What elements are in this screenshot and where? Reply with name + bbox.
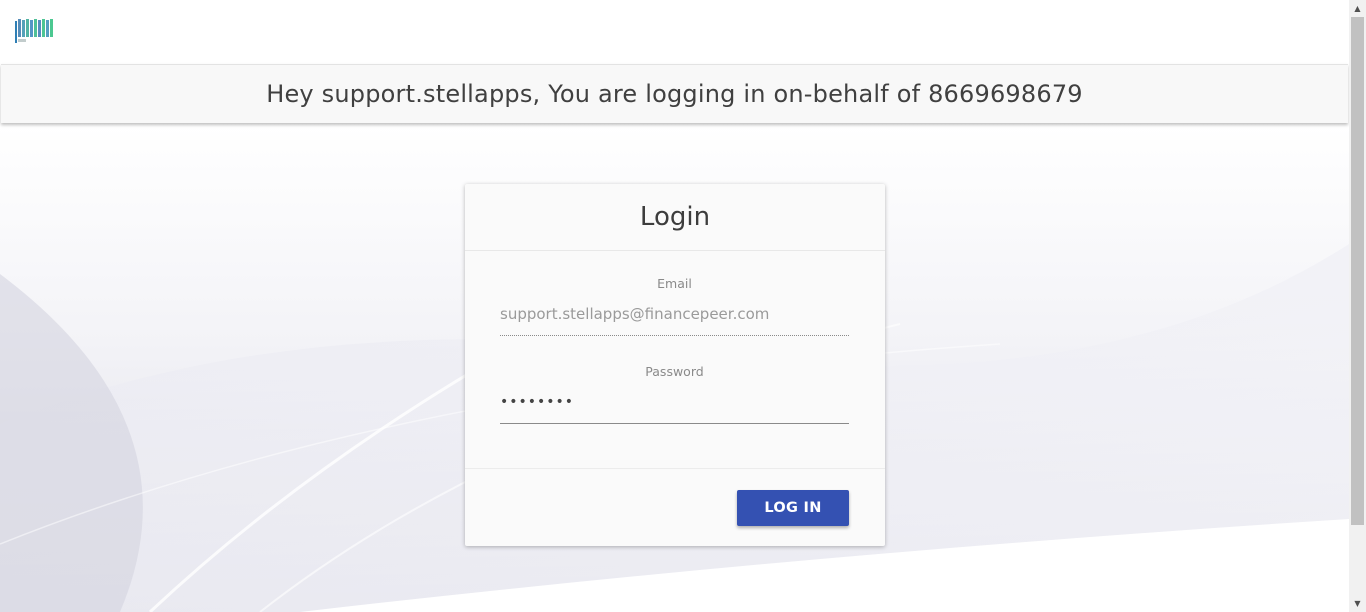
login-form: Email support.stellapps@financepeer.com … — [465, 251, 885, 468]
email-label: Email — [657, 276, 692, 291]
banner-message: Hey support.stellapps, You are logging i… — [266, 80, 1083, 108]
page: Hey support.stellapps, You are logging i… — [0, 0, 1349, 612]
email-field-group: Email support.stellapps@financepeer.com — [500, 276, 849, 336]
financepeer-logo-icon — [14, 19, 53, 43]
login-card: Login Email support.stellapps@financepee… — [465, 184, 885, 546]
password-input[interactable]: •••••••• — [500, 380, 849, 424]
scrollbar-thumb[interactable] — [1351, 17, 1364, 525]
vertical-scrollbar[interactable]: ▲ ▼ — [1349, 0, 1366, 612]
logo-container[interactable] — [10, 0, 59, 64]
password-label: Password — [645, 364, 704, 379]
login-title: Login — [639, 202, 711, 232]
scroll-up-arrow-icon[interactable]: ▲ — [1349, 0, 1366, 17]
scroll-down-arrow-icon[interactable]: ▼ — [1349, 595, 1366, 612]
login-button[interactable]: LOG IN — [737, 490, 849, 526]
on-behalf-banner: Hey support.stellapps, You are logging i… — [1, 64, 1348, 123]
password-field-group: Password •••••••• — [500, 364, 849, 424]
login-card-header: Login — [465, 184, 885, 251]
login-card-footer: LOG IN — [465, 468, 885, 546]
email-input[interactable]: support.stellapps@financepeer.com — [500, 292, 849, 336]
